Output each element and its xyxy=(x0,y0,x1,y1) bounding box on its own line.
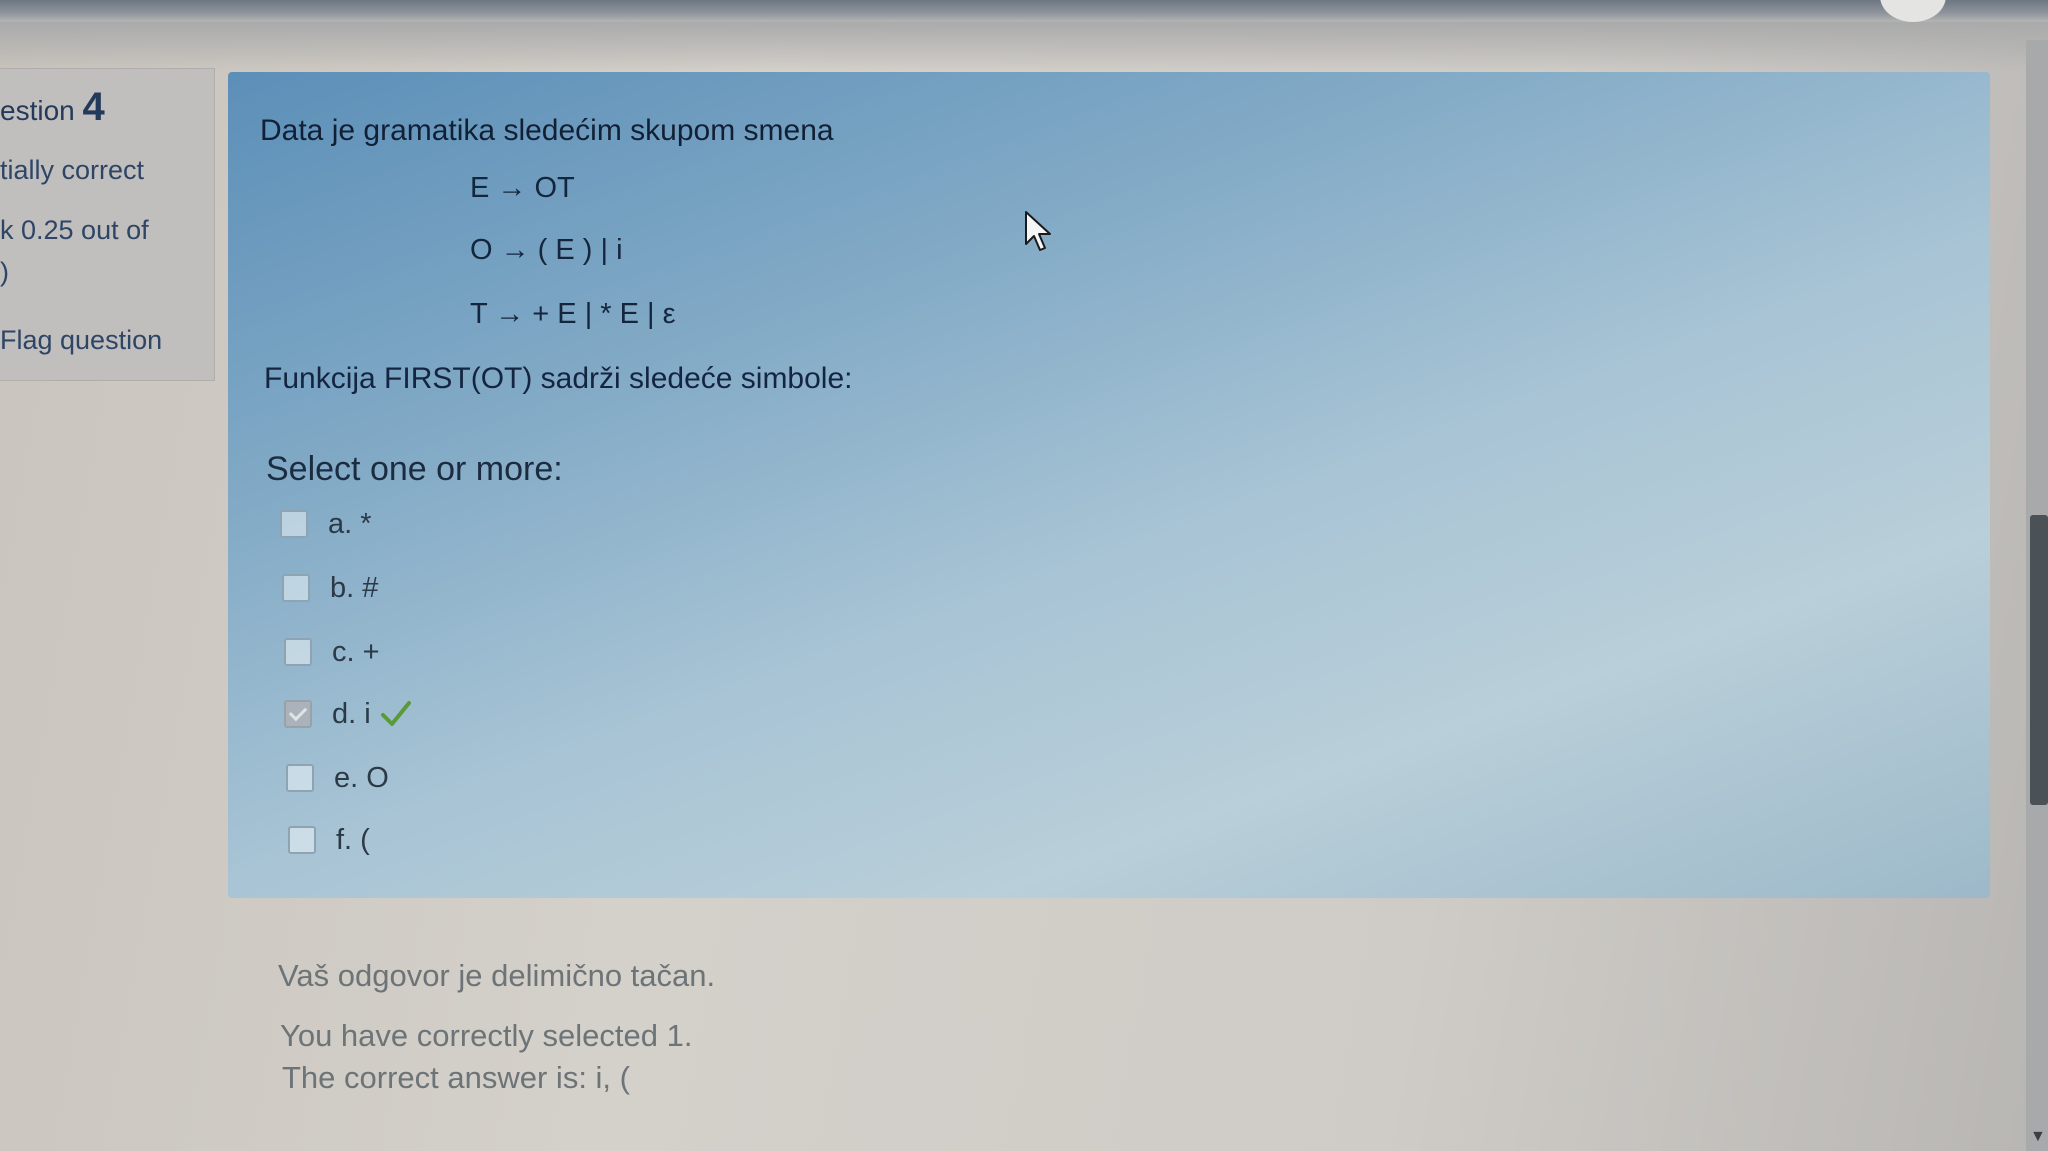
flag-question-link[interactable]: Flag question xyxy=(0,325,162,356)
option-label: c. + xyxy=(332,635,380,668)
correct-check-icon xyxy=(380,701,411,726)
feedback-selected-count: You have correctly selected 1. xyxy=(280,1018,693,1053)
grammar-rule: T → + E | * E | ε xyxy=(470,298,676,330)
grammar-rule: O → ( E ) | i xyxy=(470,234,623,266)
question-prompt: Funkcija FIRST(OT) sadrži sledeće simbol… xyxy=(264,362,853,395)
grammar-rule: E → OT xyxy=(470,172,575,204)
option-label: a. * xyxy=(328,507,372,540)
question-number: 4 xyxy=(82,85,105,129)
scrollbar-thumb[interactable] xyxy=(2030,515,2048,805)
question-grade-cont: ) xyxy=(0,257,9,287)
question-content: Data je gramatika sledećim skupom smena … xyxy=(228,72,1990,898)
answer-option-b[interactable]: b. # xyxy=(282,568,378,608)
scroll-down-arrow-icon[interactable]: ▼ xyxy=(2030,1128,2046,1146)
page-shadow xyxy=(0,22,2048,72)
option-checkbox-checked[interactable] xyxy=(284,700,312,728)
answer-option-d[interactable]: d. i xyxy=(284,694,411,734)
answer-option-e[interactable]: e. O xyxy=(286,758,389,798)
question-intro: Data je gramatika sledećim skupom smena xyxy=(260,114,834,147)
question-info-panel: estion 4 tially correct k 0.25 out of ) … xyxy=(0,68,215,381)
option-checkbox[interactable] xyxy=(284,638,312,666)
option-label: e. O xyxy=(334,761,389,794)
mouse-cursor-icon xyxy=(1025,211,1051,251)
answer-option-c[interactable]: c. + xyxy=(284,632,380,672)
answer-option-a[interactable]: a. * xyxy=(280,504,372,544)
feedback-partial: Vaš odgovor je delimično tačan. xyxy=(278,958,716,993)
option-checkbox[interactable] xyxy=(280,510,308,538)
select-instruction: Select one or more: xyxy=(266,450,563,488)
feedback-correct-answer: The correct answer is: i, ( xyxy=(282,1060,630,1095)
option-label: f. ( xyxy=(336,823,370,856)
option-checkbox[interactable] xyxy=(286,764,314,792)
question-grade: k 0.25 out of xyxy=(0,215,149,245)
question-state: tially correct xyxy=(0,155,145,185)
question-prefix: estion xyxy=(0,95,75,126)
answer-option-f[interactable]: f. ( xyxy=(288,820,370,860)
option-checkbox[interactable] xyxy=(282,574,310,602)
option-label: d. i xyxy=(332,697,371,730)
option-checkbox[interactable] xyxy=(288,826,316,854)
option-label: b. # xyxy=(330,571,379,604)
browser-top-bar xyxy=(0,0,2048,22)
question-number-label: estion 4 xyxy=(0,85,105,130)
